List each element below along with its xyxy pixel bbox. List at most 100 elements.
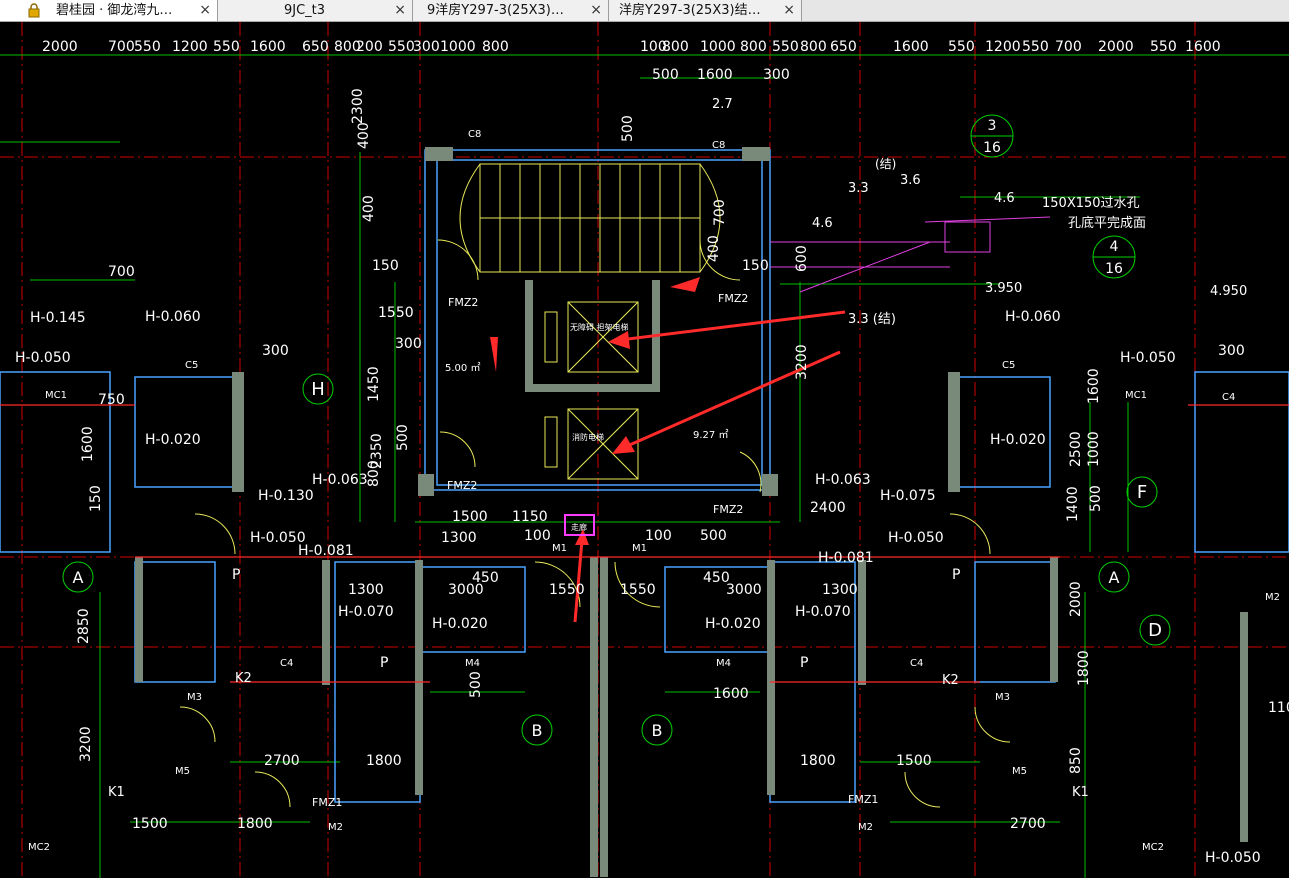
dimension-misc-22: 3000 (726, 582, 762, 598)
tab-biguiyuan[interactable]: 碧桂园 · 御龙湾九… × (0, 0, 218, 21)
dimension-misc-28: 750 (98, 392, 125, 408)
detail-ref-4: 4 (1110, 239, 1119, 255)
dimension-top-0: 2000 (42, 39, 78, 55)
level-label-2: H-0.050 (15, 350, 71, 366)
dimension-top-2: 550 (134, 39, 161, 55)
tab-9jc[interactable]: 9JC_t3 × (218, 0, 413, 21)
dimension-misc-0: 700 (108, 264, 135, 280)
dimension-misc-19: 3000 (448, 582, 484, 598)
door-m2-a: M2 (328, 822, 343, 833)
door-m4-a: M4 (465, 658, 480, 669)
lock-icon (28, 3, 40, 18)
dimension-misc-34: 1600 (1086, 368, 1102, 404)
level-label-1: H-0.060 (145, 309, 201, 325)
dimension-misc-55: 400 (356, 122, 372, 149)
note-hole-bottom: 孔底平完成面 (1068, 215, 1146, 231)
dimension-top-21: 550 (948, 39, 975, 55)
document-tab-bar: 碧桂园 · 御龙湾九… × 9JC_t3 × 9洋房Y297-3(25X3)… … (0, 0, 1289, 22)
tab-9yangfang[interactable]: 9洋房Y297-3(25X3)… × (413, 0, 609, 21)
level-label-11: H-0.075 (880, 488, 936, 504)
window-c5-a: C5 (185, 360, 198, 371)
dimension-misc-45: 1800 (1076, 650, 1092, 686)
level-label-19: H-0.050 (1205, 850, 1261, 866)
dimension-top-5: 1600 (250, 39, 286, 55)
dimension-misc-47: 3200 (794, 344, 810, 380)
annotation-arrows (490, 277, 846, 623)
dimension-top-11: 1000 (440, 39, 476, 55)
tab-yangfang-jie[interactable]: 洋房Y297-3(25X3)结… × (609, 0, 802, 21)
dimension-top-26: 550 (1150, 39, 1177, 55)
area-5-00: 5.00 ㎡ (445, 362, 480, 374)
door-m2-b: M2 (858, 822, 873, 833)
dimension-top-19: 650 (830, 39, 857, 55)
window-k2-b: K2 (942, 673, 959, 688)
window-c5-b: C5 (1002, 360, 1015, 371)
dimension-misc-17: 1300 (348, 582, 384, 598)
dimension-misc-56: 1100 (1268, 700, 1289, 716)
dimension-misc-8: 300 (395, 336, 422, 352)
dimension-misc-24: 1300 (822, 582, 858, 598)
close-icon[interactable]: × (199, 0, 211, 21)
level-label-18: H-0.020 (990, 432, 1046, 448)
detail-ref-3: 3 (988, 118, 997, 134)
tab-label: 碧桂园 · 御龙湾九… (56, 3, 173, 18)
elev-value-4-950: 4.950 (1210, 284, 1247, 299)
dimension-misc-7: 800 (366, 460, 382, 487)
dimension-misc-1: 300 (262, 343, 289, 359)
dimension-top-27: 1600 (1185, 39, 1221, 55)
elevator-label-2: 消防电梯 (572, 432, 604, 442)
level-label-17: H-0.050 (1120, 350, 1176, 366)
dimension-misc-41: 1800 (800, 753, 836, 769)
dimension-misc-48: 2400 (810, 500, 846, 516)
elev-value-4-6b: 4.6 (812, 216, 833, 231)
door-m5-b: M5 (1012, 766, 1027, 777)
dimension-misc-52: 400 (706, 235, 722, 262)
window-mc2-b: MC2 (1142, 842, 1164, 853)
dimension-top-23: 550 (1022, 39, 1049, 55)
window-c8-b: C8 (712, 140, 725, 151)
close-icon[interactable]: × (590, 0, 602, 21)
dimension-top-17: 550 (772, 39, 799, 55)
dimension-second-0: 500 (652, 67, 679, 83)
window-k1-b: K1 (1072, 785, 1089, 800)
dimension-misc-40: 1500 (896, 753, 932, 769)
dimension-top-10: 300 (413, 39, 440, 55)
dimension-misc-16: 1300 (441, 530, 477, 546)
dimension-top-22: 1200 (985, 39, 1021, 55)
elev-value-3-3-jie: 3.3 (结) (848, 312, 896, 327)
grid-label-b-right: B (652, 721, 663, 740)
close-icon[interactable]: × (394, 0, 406, 21)
dimension-misc-36: 500 (468, 671, 484, 698)
dimension-top-1: 700 (108, 39, 135, 55)
elev-value-3-950: 3.950 (985, 281, 1022, 296)
window-mc1-a: MC1 (45, 390, 67, 401)
elev-value-4-6: 4.6 (994, 191, 1015, 206)
door-m3-a: M3 (187, 692, 202, 703)
dimension-misc-37: 1600 (713, 686, 749, 702)
level-label-12: H-0.081 (818, 550, 874, 566)
dimension-top-9: 550 (388, 39, 415, 55)
window-k2-a: K2 (235, 671, 252, 686)
dimension-second-1: 1600 (697, 67, 733, 83)
close-icon[interactable]: × (783, 0, 795, 21)
dimension-top-8: 200 (356, 39, 383, 55)
dimension-top-14: 800 (662, 39, 689, 55)
grid-label-d: D (1148, 620, 1162, 641)
level-label-7: H-0.081 (298, 543, 354, 559)
window-k1-a: K1 (108, 785, 125, 800)
area-9-27: 9.27 ㎡ (693, 429, 728, 441)
elev-value-3-6: 3.6 (900, 173, 921, 188)
dimension-misc-4: 1550 (378, 305, 414, 321)
dimension-top-3: 1200 (172, 39, 208, 55)
staircase (459, 163, 721, 273)
grid-label-a-right: A (1109, 568, 1120, 587)
level-label-8: H-0.070 (338, 604, 394, 620)
grid-label-b-left: B (532, 721, 543, 740)
dimension-misc-29: 150 (88, 485, 104, 512)
dimension-top-15: 1000 (700, 39, 736, 55)
tab-label: 9洋房Y297-3(25X3)… (427, 3, 564, 18)
door-m5-a: M5 (175, 766, 190, 777)
door-m4-b: M4 (716, 658, 731, 669)
dimension-top-24: 700 (1055, 39, 1082, 55)
cad-drawing-canvas[interactable]: 2000 700 550 1200 550 1600 650 800200 550300 1000… (0, 22, 1289, 878)
